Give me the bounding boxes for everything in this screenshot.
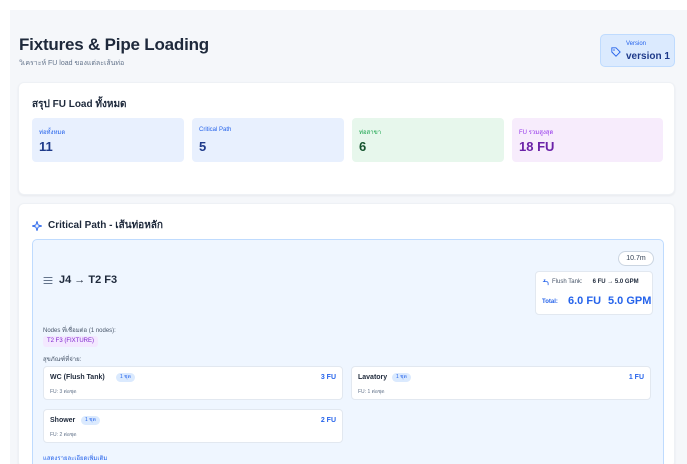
path-title: J4 → T2 F3 <box>59 274 118 286</box>
distance-badge: 10.7m <box>618 251 654 266</box>
fixture-name: WC (Flush Tank) <box>50 374 105 381</box>
fixture-fu: 3 FU <box>320 374 336 381</box>
fixture-sub: FU: 3 ต่อชุด <box>50 389 77 395</box>
fixture-fu: 2 FU <box>320 417 336 424</box>
fixture-sub: FU: 1 ต่อชุด <box>358 389 385 395</box>
total-gpm: 5.0 GPM <box>608 295 652 307</box>
stat-max-fu: FU รวมสูงสุด 18 FU <box>512 118 663 162</box>
stat-value: 11 <box>39 139 53 154</box>
fu-row: Flush Tank: 6 FU → 5.0 GPM <box>542 279 639 286</box>
total-label: Total: <box>542 299 558 305</box>
page-background: Fixtures & Pipe Loading วิเคราะห์ FU loa… <box>10 10 687 464</box>
show-more-link[interactable]: แสดงรายละเอียดเพิ่มเติม <box>43 453 107 463</box>
tag-icon <box>611 47 621 57</box>
stat-value: 5 <box>199 139 207 154</box>
fu-row-value: 6 FU → 5.0 GPM <box>592 279 639 285</box>
critical-path-heading: Critical Path - เส้นท่อหลัก <box>32 218 163 233</box>
stat-value: 6 <box>359 139 367 154</box>
fixture-count-badge: 1 ชุด <box>81 416 100 425</box>
stat-branch-pipes: ท่อสาขา 6 <box>352 118 504 162</box>
menu-lines-icon <box>43 276 53 284</box>
stat-label: ท่อทั้งหมด <box>39 130 66 136</box>
fixture-count-badge: 1 ชุด <box>116 373 135 382</box>
stat-value: 18 FU <box>519 139 555 154</box>
total-fu: 6.0 FU <box>568 295 602 307</box>
version-label: Version <box>626 41 647 47</box>
stat-total-pipes: ท่อทั้งหมด 11 <box>32 118 184 162</box>
fixture-count-badge: 1 ชุด <box>392 373 411 382</box>
nodes-label: Nodes ที่เชื่อมต่อ (1 nodes): <box>43 328 116 334</box>
version-badge[interactable]: Version version 1 <box>600 34 675 67</box>
fixture-sub: FU: 2 ต่อชุด <box>50 432 77 438</box>
critical-path-card: Critical Path - เส้นท่อหลัก 10.7m J4 → T… <box>18 203 675 464</box>
sparkle-icon <box>32 220 42 231</box>
stat-critical-path: Critical Path 5 <box>192 118 344 162</box>
fixture-fu: 1 FU <box>628 374 644 381</box>
summary-heading: สรุป FU Load ทั้งหมด <box>32 99 127 110</box>
stat-label: Critical Path <box>199 127 232 133</box>
critical-path-title: Critical Path - เส้นท่อหลัก <box>48 220 163 231</box>
page-subtitle: วิเคราะห์ FU load ของแต่ละเส้นท่อ <box>19 60 125 67</box>
fu-row-label: Flush Tank: <box>552 279 583 285</box>
path-title-row: J4 → T2 F3 <box>43 274 117 286</box>
fixture-name: Lavatory <box>358 374 388 381</box>
fixture-name: Shower <box>50 417 76 424</box>
fixture-card[interactable]: Shower 1 ชุด 2 FU FU: 2 ต่อชุด <box>43 409 343 443</box>
version-value: version 1 <box>626 51 670 62</box>
fixture-card[interactable]: Lavatory 1 ชุด 1 FU FU: 1 ต่อชุด <box>351 366 651 400</box>
path-panel[interactable]: 10.7m J4 → T2 F3 Flush Tank: 6 FU → 5.0 … <box>32 239 664 464</box>
faucet-icon <box>542 279 549 286</box>
stat-label: FU รวมสูงสุด <box>519 130 554 136</box>
page-title: Fixtures & Pipe Loading <box>19 35 209 54</box>
node-chip[interactable]: T2 F3 (FIXTURE) <box>43 336 99 347</box>
summary-card: สรุป FU Load ทั้งหมด ท่อทั้งหมด 11 Criti… <box>18 82 675 195</box>
fixture-card[interactable]: WC (Flush Tank) 1 ชุด 3 FU FU: 3 ต่อชุด <box>43 366 343 400</box>
fu-summary-box: Flush Tank: 6 FU → 5.0 GPM Total: 6.0 FU… <box>535 271 653 315</box>
fixtures-label: สุขภัณฑ์ที่จ่าย: <box>43 357 82 363</box>
stat-label: ท่อสาขา <box>359 130 382 136</box>
